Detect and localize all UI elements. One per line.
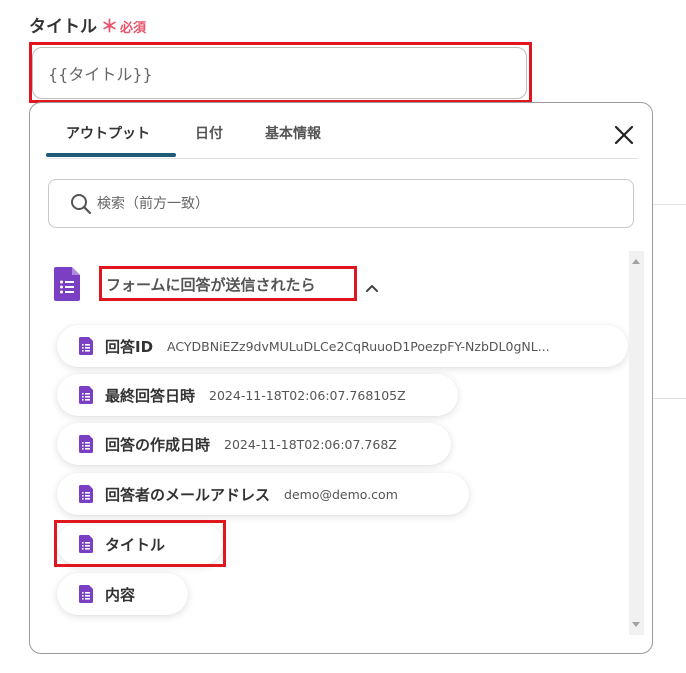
item-name: 内容 xyxy=(105,585,136,604)
output-selector-popup: アウトプット 日付 基本情報 フォームに回答が送信されたら 回答ID ACYDB… xyxy=(29,102,653,654)
google-forms-icon xyxy=(54,267,80,301)
close-icon xyxy=(614,125,634,145)
item-name: 回答者のメールアドレス xyxy=(105,485,271,504)
item-value: 2024-11-18T02:06:07.768105Z xyxy=(209,387,406,403)
chevron-up-icon[interactable] xyxy=(365,281,379,295)
output-item-respondent-email[interactable]: 回答者のメールアドレス demo@demo.com xyxy=(57,473,469,515)
field-label-text: タイトル xyxy=(29,17,97,37)
output-item-response-id[interactable]: 回答ID ACYDBNiEZz9dvMULuDLCe2CqRuuoD1Poezp… xyxy=(57,325,628,367)
form-doc-icon xyxy=(79,485,93,503)
scroll-down-arrow[interactable] xyxy=(632,622,640,627)
item-name: 最終回答日時 xyxy=(105,386,196,405)
active-tab-indicator xyxy=(46,153,176,157)
form-doc-icon xyxy=(79,435,93,453)
title-input[interactable] xyxy=(32,47,527,99)
item-name: 回答ID xyxy=(105,337,154,356)
required-star: ＊ xyxy=(101,17,118,37)
search-input[interactable] xyxy=(97,188,617,220)
search-icon xyxy=(71,194,92,215)
required-text: 必須 xyxy=(120,21,147,36)
tab-basic-info[interactable]: 基本情報 xyxy=(265,123,321,143)
item-value: demo@demo.com xyxy=(284,486,398,502)
item-value: 2024-11-18T02:06:07.768Z xyxy=(224,436,397,452)
output-item-created-time[interactable]: 回答の作成日時 2024-11-18T02:06:07.768Z xyxy=(57,423,451,465)
scrollbar[interactable] xyxy=(629,251,644,635)
form-doc-icon xyxy=(79,386,93,404)
search-box xyxy=(48,179,634,228)
tab-bar: アウトプット 日付 基本情報 xyxy=(46,103,638,159)
item-name: 回答の作成日時 xyxy=(105,435,211,454)
group-title[interactable]: フォームに回答が送信されたら xyxy=(106,274,316,295)
scroll-up-arrow[interactable] xyxy=(632,259,640,264)
form-doc-icon xyxy=(79,337,93,355)
background-divider xyxy=(653,204,686,205)
tab-date[interactable]: 日付 xyxy=(195,123,223,143)
item-name: タイトル xyxy=(105,535,166,554)
form-doc-icon xyxy=(79,585,93,603)
field-label: タイトル ＊ 必須 xyxy=(29,12,146,37)
output-item-content[interactable]: 内容 xyxy=(57,573,188,615)
item-value: ACYDBNiEZz9dvMULuDLCe2CqRuuoD1PoezpFY-Nz… xyxy=(167,338,550,354)
output-item-title[interactable]: タイトル xyxy=(57,523,223,565)
output-item-last-response-time[interactable]: 最終回答日時 2024-11-18T02:06:07.768105Z xyxy=(57,374,458,416)
tab-output[interactable]: アウトプット xyxy=(66,123,150,143)
background-divider xyxy=(653,398,686,399)
close-button[interactable] xyxy=(610,121,638,149)
form-doc-icon xyxy=(79,535,93,553)
